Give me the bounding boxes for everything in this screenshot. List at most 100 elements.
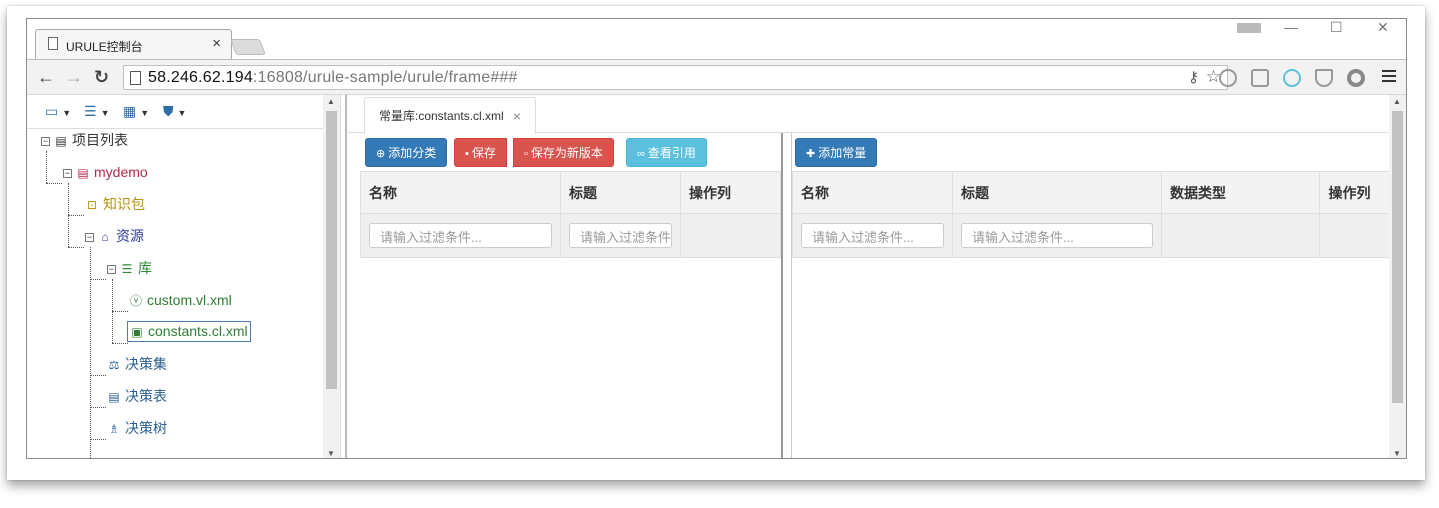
- editor-tab-constants[interactable]: 常量库:constants.cl.xml ×: [364, 97, 536, 134]
- title-filter-input[interactable]: 请输入过滤条件...: [961, 223, 1153, 248]
- bank-icon: ⌂: [101, 230, 109, 244]
- column-header-name[interactable]: 名称: [792, 171, 953, 214]
- column-header-actions[interactable]: 操作列: [1319, 171, 1390, 214]
- actions-filter-cell: [680, 213, 781, 258]
- page-scrollbar[interactable]: ▲ ▼: [1389, 95, 1406, 458]
- tree-node-custom-vl[interactable]: ⓥ custom.vl.xml: [129, 289, 232, 311]
- address-bar[interactable]: 58.246.62.194:16808/urule-sample/urule/f…: [123, 65, 1228, 90]
- new-tab-button[interactable]: [230, 39, 266, 55]
- extension-settings-icon[interactable]: [1251, 69, 1269, 87]
- scrollbar-thumb[interactable]: [326, 111, 337, 389]
- category-table: 名称 标题 操作列 请输入过滤条件... 请输入过滤条件...: [360, 171, 781, 258]
- scroll-up-icon[interactable]: ▲: [1393, 97, 1401, 106]
- browser-window: URULE控制台 × — ☐ ✕ ← → ↻ 58.246.62.194:168…: [26, 18, 1407, 459]
- column-header-name[interactable]: 名称: [360, 171, 561, 214]
- editor-tab-bar: 常量库:constants.cl.xml ×: [347, 95, 1390, 134]
- add-category-button[interactable]: ⊕ 添加分类: [365, 138, 448, 167]
- tree-toolbar: ▭ ▼ ☰ ▼ ▦ ▼ ⛊ ▼: [27, 95, 323, 129]
- browser-toolbar: ← → ↻ 58.246.62.194:16808/urule-sample/u…: [27, 59, 1406, 95]
- name-filter-input[interactable]: 请输入过滤条件...: [369, 223, 552, 248]
- tree-node-library[interactable]: − ☰ 库: [107, 257, 152, 279]
- forward-icon[interactable]: →: [65, 67, 83, 88]
- menu-icon[interactable]: [1382, 70, 1396, 85]
- tree-connector: [112, 311, 128, 312]
- page-icon: [48, 37, 58, 50]
- monitor-icon: ▭: [45, 103, 59, 119]
- scale-icon: ⚖: [108, 358, 120, 372]
- floppy-icon: ▪: [465, 148, 469, 160]
- editor-panel: 常量库:constants.cl.xml × ⊕ 添加分类 ▪ 保存 ▫ 保存为新版本…: [345, 95, 1390, 458]
- page-info-icon[interactable]: [130, 71, 141, 85]
- link-icon: ∞: [637, 148, 645, 160]
- project-tree: − ▤ 项目列表 − ▤ mydemo ⊡ 知识包 − ⌂ 资源 − ☰ 库 ⓥ custom.vl…: [27, 129, 323, 458]
- column-header-title[interactable]: 标题: [560, 171, 681, 214]
- maximize-button[interactable]: ☐: [1330, 19, 1343, 39]
- project-tree-panel: ▭ ▼ ☰ ▼ ▦ ▼ ⛊ ▼ − ▤ 项目列表 − ▤ mydemo ⊡ 知识…: [27, 95, 341, 458]
- tree-connector: [68, 215, 84, 216]
- folder-icon: ▤: [77, 166, 89, 180]
- sitemap-icon: ♗: [108, 422, 120, 436]
- variable-icon: ⓥ: [129, 294, 142, 308]
- filter-row: 请输入过滤条件... 请输入过滤条件...: [792, 213, 1390, 258]
- save-new-version-button[interactable]: ▫ 保存为新版本: [513, 138, 614, 167]
- back-icon[interactable]: ←: [37, 67, 55, 88]
- tree-node-resources[interactable]: − ⌂ 资源: [85, 225, 144, 247]
- circle-extension-icon[interactable]: [1347, 69, 1365, 87]
- scroll-down-icon[interactable]: ▼: [1393, 449, 1401, 458]
- tree-connector: [68, 247, 84, 248]
- name-filter-input[interactable]: 请输入过滤条件...: [801, 223, 944, 248]
- tree-node-knowledge-package[interactable]: ⊡ 知识包: [85, 193, 145, 215]
- save-button[interactable]: ▪ 保存: [454, 138, 507, 167]
- tree-connector: [90, 439, 106, 440]
- scrollbar-thumb[interactable]: [1392, 111, 1403, 403]
- filter-row: 请输入过滤条件... 请输入过滤条件...: [360, 213, 781, 258]
- tree-connector: [90, 407, 106, 408]
- tree-connector: [46, 183, 62, 184]
- scroll-down-icon[interactable]: ▼: [327, 449, 335, 458]
- browser-tab[interactable]: URULE控制台 ×: [35, 29, 232, 59]
- monitor-dropdown[interactable]: ▭ ▼: [45, 103, 71, 120]
- constants-table: 名称 标题 数据类型 操作列 请输入过滤条件... 请输入过滤条件...: [792, 171, 1390, 258]
- constant-icon: ▣: [131, 325, 143, 339]
- tree-connector: [90, 279, 106, 280]
- collapse-icon[interactable]: −: [107, 264, 116, 274]
- profile-icon[interactable]: [1237, 23, 1261, 33]
- tree-node-decision-tree[interactable]: ♗ 决策树: [107, 417, 167, 439]
- extension-icon[interactable]: [1219, 69, 1237, 87]
- table-icon: ▤: [108, 390, 120, 404]
- shield-extension-icon[interactable]: [1315, 69, 1333, 87]
- key-icon[interactable]: ⚷: [1188, 68, 1199, 86]
- tree-node-root[interactable]: − ▤ 项目列表: [41, 129, 128, 151]
- column-header-data-type[interactable]: 数据类型: [1160, 171, 1321, 214]
- tree-node-decision-table[interactable]: ▤ 决策表: [107, 385, 167, 407]
- tree-scrollbar[interactable]: ▲ ▼: [323, 95, 340, 458]
- collapse-icon[interactable]: −: [41, 136, 50, 146]
- title-filter-input[interactable]: 请输入过滤条件...: [569, 223, 672, 248]
- plus-icon: ✚: [806, 148, 816, 160]
- reload-icon[interactable]: ↻: [94, 67, 109, 88]
- tree-connector: [90, 375, 106, 376]
- shield-icon: ⛊: [163, 103, 174, 119]
- tree-connector: [46, 151, 47, 183]
- tree-node-constants-cl[interactable]: ▣ constants.cl.xml: [127, 321, 251, 342]
- scroll-up-icon[interactable]: ▲: [327, 97, 335, 106]
- shield-dropdown[interactable]: ⛊ ▼: [163, 103, 186, 120]
- react-devtools-icon[interactable]: [1283, 69, 1301, 87]
- tree-node-project[interactable]: − ▤ mydemo: [63, 161, 148, 183]
- view-references-button[interactable]: ∞ 查看引用: [626, 138, 707, 167]
- close-editor-tab-icon[interactable]: ×: [513, 108, 521, 124]
- minimize-button[interactable]: —: [1284, 19, 1298, 39]
- tree-node-decision-set[interactable]: ⚖ 决策集: [107, 353, 167, 375]
- close-tab-icon[interactable]: ×: [212, 35, 221, 52]
- close-window-button[interactable]: ✕: [1377, 19, 1389, 39]
- collapse-icon[interactable]: −: [85, 232, 94, 242]
- actions-filter-cell: [1319, 213, 1390, 258]
- column-header-actions[interactable]: 操作列: [680, 171, 781, 214]
- list-dropdown[interactable]: ☰ ▼: [84, 103, 109, 120]
- grid-dropdown[interactable]: ▦ ▼: [123, 103, 149, 120]
- column-header-title[interactable]: 标题: [952, 171, 1162, 214]
- tab-strip: URULE控制台 × — ☐ ✕: [27, 19, 1406, 59]
- table-header-row: 名称 标题 操作列: [360, 171, 781, 214]
- add-constant-button[interactable]: ✚ 添加常量: [795, 138, 878, 167]
- collapse-icon[interactable]: −: [63, 168, 72, 178]
